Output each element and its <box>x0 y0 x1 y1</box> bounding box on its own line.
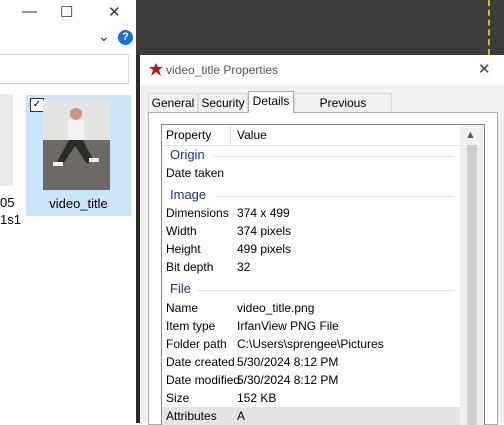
properties-list[interactable]: Property Value Origin Date taken Image D… <box>161 124 485 425</box>
property-value: video_title.png <box>237 301 315 315</box>
group-title: File <box>170 281 191 296</box>
property-row[interactable]: Height 499 pixels <box>162 240 460 258</box>
property-row[interactable]: Attributes A <box>162 407 460 425</box>
property-name: Size <box>166 391 190 405</box>
tab-previous-versions[interactable]: Previous Versions <box>294 93 392 128</box>
selection-marquee <box>488 0 490 55</box>
tab-security[interactable]: Security <box>198 93 248 112</box>
group-header-origin: Origin <box>162 146 460 164</box>
property-row[interactable]: Size 152 KB <box>162 389 460 407</box>
scroll-up-icon[interactable]: ▲ <box>465 129 476 141</box>
property-name: Width <box>166 224 197 238</box>
group-title: Image <box>170 187 207 202</box>
column-header-property[interactable]: Property <box>166 128 211 142</box>
property-value: A <box>237 409 246 423</box>
partial-thumbnail[interactable] <box>0 94 13 186</box>
dialog-title: video_title Properties <box>166 63 279 77</box>
minimize-button[interactable]: — <box>22 3 37 20</box>
property-name: Attributes <box>166 409 217 423</box>
property-value: 374 pixels <box>237 224 292 238</box>
tab-details[interactable]: Details <box>248 91 294 113</box>
file-tile-video-title[interactable]: ✓ video_title <box>26 95 131 216</box>
property-value: 5/30/2024 8:12 PM <box>237 373 339 387</box>
tab-general[interactable]: General <box>148 93 198 112</box>
property-name: Folder path <box>166 337 227 351</box>
property-name: Height <box>166 242 201 256</box>
property-row[interactable]: Width 374 pixels <box>162 222 460 240</box>
divider <box>198 290 454 291</box>
column-divider[interactable] <box>230 125 231 145</box>
property-row[interactable]: Name video_title.png <box>162 299 460 317</box>
property-value: 32 <box>237 260 251 274</box>
property-value: 374 x 499 <box>237 206 290 220</box>
property-value: C:\Users\sprengee\Pictures <box>237 337 384 351</box>
details-panel: Property Value Origin Date taken Image D… <box>148 112 498 425</box>
maximize-button[interactable]: ☐ <box>60 3 73 21</box>
property-row[interactable]: Item type IrfanView PNG File <box>162 317 460 335</box>
close-button[interactable]: ✕ <box>478 60 491 78</box>
property-value: IrfanView PNG File <box>237 319 339 333</box>
property-name: Name <box>166 301 199 315</box>
list-header: Property Value <box>162 125 460 146</box>
property-name: Dimensions <box>166 206 229 220</box>
scrollbar-thumb[interactable] <box>467 145 477 425</box>
background-window <box>136 0 504 55</box>
help-icon[interactable]: ? <box>118 30 133 45</box>
properties-dialog: video_title Properties ✕ General Securit… <box>140 55 504 425</box>
divider <box>214 156 454 157</box>
file-name-label: video_title <box>49 196 108 211</box>
group-header-file: File <box>162 280 460 298</box>
divider <box>216 196 454 197</box>
column-header-value[interactable]: Value <box>237 128 267 142</box>
close-button[interactable]: ✕ <box>108 3 121 21</box>
property-row[interactable]: Bit depth 32 <box>162 258 460 276</box>
property-name: Item type <box>166 319 216 333</box>
group-header-image: Image <box>162 186 460 204</box>
file-thumbnail <box>43 100 110 190</box>
property-name: Date modified <box>166 373 241 387</box>
property-name: Date taken <box>166 166 225 180</box>
property-value: 499 pixels <box>237 242 292 256</box>
address-bar[interactable] <box>0 54 129 84</box>
dialog-title-bar[interactable]: video_title Properties ✕ <box>140 55 504 85</box>
group-title: Origin <box>170 147 205 162</box>
select-checkbox[interactable]: ✓ <box>30 98 44 112</box>
irfanview-icon <box>148 62 164 78</box>
vertical-scrollbar[interactable]: ▲ <box>460 125 484 425</box>
property-row[interactable]: Folder path C:\Users\sprengee\Pictures <box>162 335 460 353</box>
property-name: Bit depth <box>166 260 214 274</box>
property-row[interactable]: Date modified 5/30/2024 8:12 PM <box>162 371 460 389</box>
property-value: 152 KB <box>237 391 277 405</box>
partial-file-label: 1s1 <box>0 212 21 227</box>
property-name: Date created <box>166 355 235 369</box>
property-row[interactable]: Date created 5/30/2024 8:12 PM <box>162 353 460 371</box>
property-row[interactable]: Date taken <box>162 164 460 182</box>
partial-file-label: 05 <box>0 195 15 210</box>
chevron-down-icon[interactable]: ⌄ <box>98 28 110 45</box>
property-row[interactable]: Dimensions 374 x 499 <box>162 204 460 222</box>
property-value: 5/30/2024 8:12 PM <box>237 355 339 369</box>
explorer-window: — ☐ ✕ ⌄ ? 05 1s1 ✓ video_title <box>0 0 136 423</box>
